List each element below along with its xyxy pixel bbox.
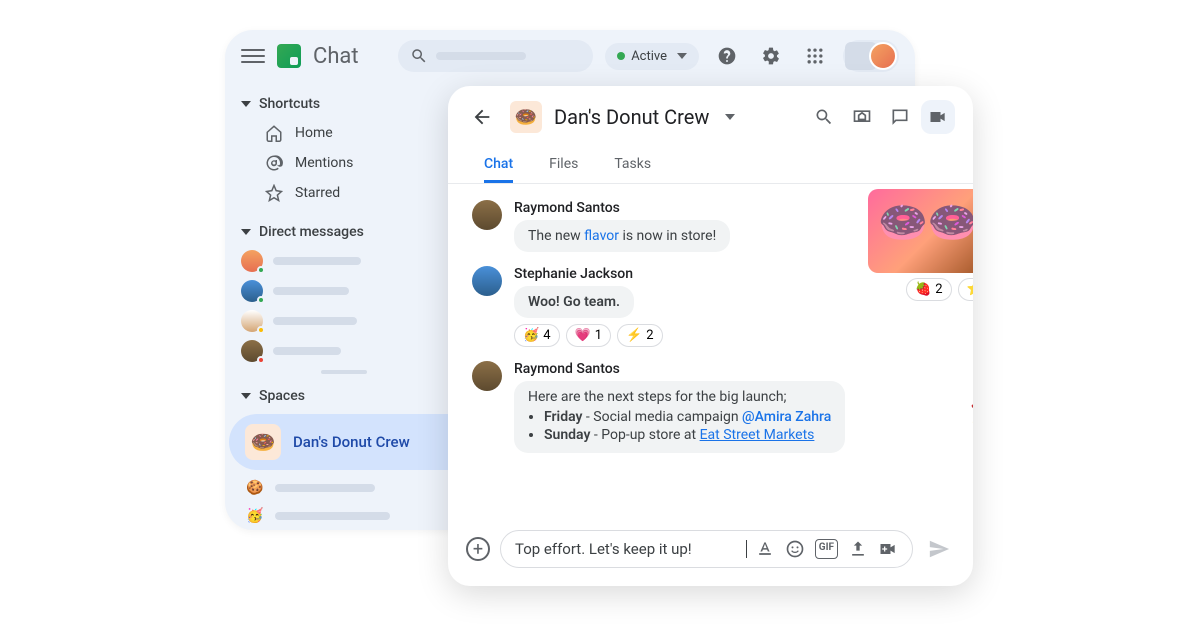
add-attachment-button[interactable]: + <box>466 537 490 561</box>
search-placeholder-skeleton <box>436 52 526 60</box>
message-author: Raymond Santos <box>514 361 949 377</box>
status-dot-icon <box>617 52 625 60</box>
rocket-icon: 🚀 <box>969 379 973 428</box>
chat-header: 🍩 Dan's Donut Crew <box>448 86 973 148</box>
video-attach-icon[interactable] <box>878 539 898 559</box>
status-text: Active <box>631 49 667 64</box>
donut-image-attachment[interactable] <box>868 189 973 273</box>
avatar <box>472 266 502 296</box>
format-text-icon[interactable] <box>755 539 775 559</box>
search-in-chat-button[interactable] <box>807 100 841 134</box>
donut-icon: 🍩 <box>245 424 281 460</box>
search-input[interactable] <box>398 40 593 72</box>
composer: + Top effort. Let's keep it up! GIF <box>448 518 973 586</box>
hamburger-menu-icon[interactable] <box>241 44 265 68</box>
reaction-strawberry[interactable]: 🍓2 <box>906 278 952 301</box>
tabs: Chat Files Tasks <box>448 148 973 184</box>
reaction-party[interactable]: 🥳4 <box>514 324 560 347</box>
space-emoji-icon: 🥳 <box>245 506 265 526</box>
apps-grid-button[interactable] <box>799 40 831 72</box>
avatar <box>472 200 502 230</box>
compose-input[interactable]: Top effort. Let's keep it up! GIF <box>500 530 913 568</box>
tab-tasks[interactable]: Tasks <box>614 148 651 183</box>
message-list: 🍓2 ⭐1 🚀 Raymond Santos The new flavor is… <box>448 184 973 518</box>
flavor-link[interactable]: flavor <box>584 228 619 244</box>
chat-panel: 🍩 Dan's Donut Crew Chat Files Tasks 🍓2 ⭐… <box>448 86 973 586</box>
tab-files[interactable]: Files <box>549 148 578 183</box>
chat-logo-icon <box>277 44 301 68</box>
compose-text[interactable]: Top effort. Let's keep it up! <box>515 540 747 558</box>
video-call-button[interactable] <box>921 100 955 134</box>
avatar <box>472 361 502 391</box>
message-bubble: Woo! Go team. <box>514 286 634 318</box>
mention-link[interactable]: @Amira Zahra <box>742 409 831 425</box>
app-title: Chat <box>313 44 359 69</box>
account-switcher[interactable] <box>843 40 899 72</box>
chevron-down-icon <box>241 393 251 399</box>
space-emoji-icon: 🍪 <box>245 478 265 498</box>
help-button[interactable] <box>711 40 743 72</box>
send-button[interactable] <box>923 533 955 565</box>
present-button[interactable] <box>845 100 879 134</box>
reaction-star[interactable]: ⭐1 <box>958 278 974 301</box>
emoji-icon[interactable] <box>785 539 805 559</box>
chat-bubble-button[interactable] <box>883 100 917 134</box>
message-bubble: The new flavor is now in store! <box>514 220 730 252</box>
message: Stephanie Jackson Woo! Go team. 🥳4 💗1 ⚡2 <box>472 266 949 347</box>
message-bubble: Here are the next steps for the big laun… <box>514 381 845 453</box>
gif-button[interactable]: GIF <box>815 539 838 559</box>
chat-title: Dan's Donut Crew <box>554 105 709 129</box>
chevron-down-icon[interactable] <box>725 114 735 120</box>
topbar: Chat Active <box>225 30 915 82</box>
back-button[interactable] <box>466 101 498 133</box>
upload-icon[interactable] <box>848 539 868 559</box>
eat-street-link[interactable]: Eat Street Markets <box>700 427 815 443</box>
reaction-heart[interactable]: 💗1 <box>566 324 612 347</box>
image-reactions: 🍓2 ⭐1 <box>906 278 973 301</box>
chevron-down-icon <box>241 101 251 107</box>
donut-icon: 🍩 <box>510 101 542 133</box>
message: Raymond Santos Here are the next steps f… <box>472 361 949 453</box>
chevron-down-icon <box>677 53 687 59</box>
search-icon <box>410 47 428 65</box>
scroll-indicator <box>321 370 367 374</box>
settings-button[interactable] <box>755 40 787 72</box>
reactions: 🥳4 💗1 ⚡2 <box>514 324 949 347</box>
chevron-down-icon <box>241 229 251 235</box>
reaction-zap[interactable]: ⚡2 <box>617 324 663 347</box>
tab-chat[interactable]: Chat <box>484 148 513 183</box>
status-pill[interactable]: Active <box>605 43 699 70</box>
user-avatar <box>869 42 897 70</box>
